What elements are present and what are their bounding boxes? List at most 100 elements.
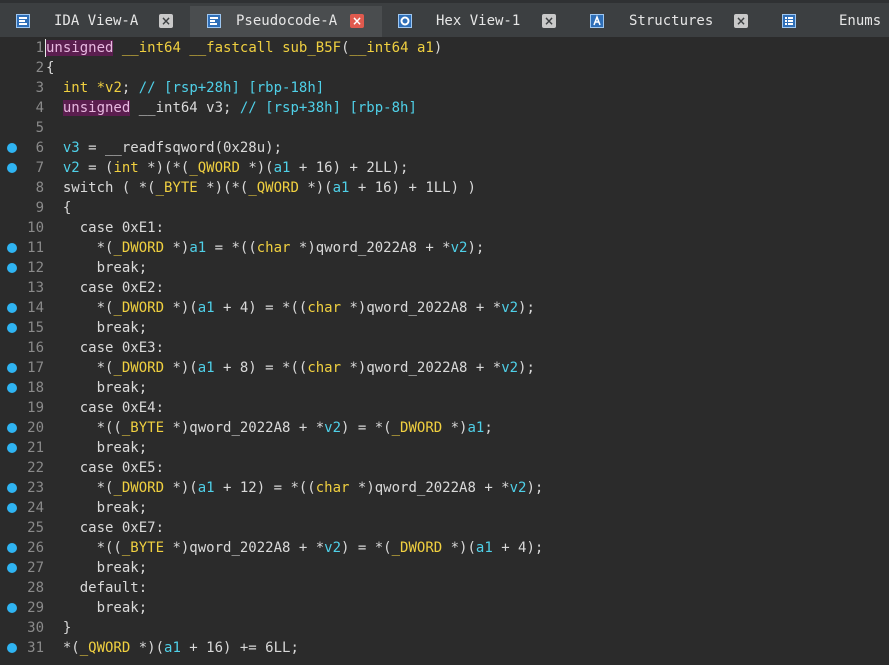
code-line[interactable]: 22 case 0xE5:	[0, 458, 889, 478]
breakpoint-icon[interactable]	[7, 243, 17, 253]
code-line[interactable]: 18 break;	[0, 378, 889, 398]
code-text[interactable]: unsigned __int64 v3; // [rsp+38h] [rbp-8…	[46, 98, 417, 118]
code-line[interactable]: 26 *((_BYTE *)qword_2022A8 + *v2) = *(_D…	[0, 538, 889, 558]
breakpoint-icon[interactable]	[7, 643, 17, 653]
code-text[interactable]: *(_DWORD *)(a1 + 8) = *((char *)qword_20…	[46, 358, 535, 378]
pseudocode-icon	[207, 14, 221, 28]
tab-structures[interactable]: Structures ×	[572, 6, 762, 37]
code-text[interactable]: case 0xE3:	[46, 338, 164, 358]
code-text[interactable]: v3 = __readfsqword(0x28u);	[46, 138, 282, 158]
code-line[interactable]: 23 *(_DWORD *)(a1 + 12) = *((char *)qwor…	[0, 478, 889, 498]
breakpoint-icon[interactable]	[7, 363, 17, 373]
code-text[interactable]: switch ( *(_BYTE *)(*(_QWORD *)(a1 + 16)…	[46, 178, 476, 198]
breakpoint-icon[interactable]	[7, 543, 17, 553]
code-text[interactable]: break;	[46, 558, 148, 578]
breakpoint-icon[interactable]	[7, 603, 17, 613]
code-line[interactable]: 25 case 0xE7:	[0, 518, 889, 538]
tab-ida-view-a[interactable]: IDA View-A ×	[0, 6, 190, 37]
pseudocode-editor[interactable]: 1 unsigned __int64 __fastcall sub_B5F(__i…	[0, 37, 889, 665]
code-text[interactable]: case 0xE7:	[46, 518, 164, 538]
code-text[interactable]: {	[46, 198, 71, 218]
code-line[interactable]: 12 break;	[0, 258, 889, 278]
breakpoint-icon[interactable]	[7, 323, 17, 333]
code-line[interactable]: 31 *(_QWORD *)(a1 + 16) += 6LL;	[0, 638, 889, 658]
code-line[interactable]: 19 case 0xE4:	[0, 398, 889, 418]
code-line[interactable]: 14 *(_DWORD *)(a1 + 4) = *((char *)qword…	[0, 298, 889, 318]
text-cursor	[45, 39, 46, 57]
code-text[interactable]: break;	[46, 598, 148, 618]
code-text[interactable]: break;	[46, 498, 148, 518]
breakpoint-icon[interactable]	[7, 423, 17, 433]
tab-hex-view-1[interactable]: Hex View-1 ×	[382, 6, 572, 37]
code-token: *)(	[298, 180, 333, 196]
breakpoint-icon[interactable]	[7, 383, 17, 393]
breakpoint-icon[interactable]	[7, 563, 17, 573]
close-icon[interactable]: ×	[734, 14, 748, 28]
code-token: _QWORD	[79, 640, 131, 656]
code-line[interactable]: 5	[0, 118, 889, 138]
code-token: *v2	[96, 80, 122, 96]
code-line[interactable]: 13 case 0xE2:	[0, 278, 889, 298]
code-line[interactable]: 27 break;	[0, 558, 889, 578]
code-text[interactable]: default:	[46, 578, 147, 598]
code-line[interactable]: 2{	[0, 58, 889, 78]
code-line[interactable]: 11 *(_DWORD *)a1 = *((char *)qword_2022A…	[0, 238, 889, 258]
code-text[interactable]: *((_BYTE *)qword_2022A8 + *v2) = *(_DWOR…	[46, 538, 544, 558]
code-line[interactable]: 4 unsigned __int64 v3; // [rsp+38h] [rbp…	[0, 98, 889, 118]
code-text[interactable]: case 0xE5:	[46, 458, 164, 478]
close-icon[interactable]: ×	[350, 14, 364, 28]
code-line[interactable]: 20 *((_BYTE *)qword_2022A8 + *v2) = *(_D…	[0, 418, 889, 438]
code-text[interactable]: *(_DWORD *)(a1 + 12) = *((char *)qword_2…	[46, 478, 544, 498]
code-text[interactable]: int *v2; // [rsp+28h] [rbp-18h]	[46, 78, 324, 98]
code-token: break;	[46, 440, 148, 456]
breakpoint-icon[interactable]	[7, 483, 17, 493]
code-line[interactable]: 1 unsigned __int64 __fastcall sub_B5F(__i…	[0, 38, 889, 58]
close-icon[interactable]: ×	[542, 14, 556, 28]
breakpoint-icon[interactable]	[7, 443, 17, 453]
code-text[interactable]: }	[46, 618, 71, 638]
code-text[interactable]: *(_DWORD *)(a1 + 4) = *((char *)qword_20…	[46, 298, 535, 318]
tab-enums[interactable]: Enums	[762, 6, 889, 37]
code-text[interactable]: break;	[46, 318, 148, 338]
code-line[interactable]: 7 v2 = (int *)(*(_QWORD *)(a1 + 16) + 2L…	[0, 158, 889, 178]
code-line[interactable]: 17 *(_DWORD *)(a1 + 8) = *((char *)qword…	[0, 358, 889, 378]
code-line[interactable]: 28 default:	[0, 578, 889, 598]
code-line[interactable]: 8 switch ( *(_BYTE *)(*(_QWORD *)(a1 + 1…	[0, 178, 889, 198]
code-text[interactable]: break;	[46, 258, 148, 278]
breakpoint-icon[interactable]	[7, 303, 17, 313]
close-icon[interactable]: ×	[159, 14, 173, 28]
code-text[interactable]: case 0xE1:	[46, 218, 164, 238]
code-line[interactable]: 29 break;	[0, 598, 889, 618]
code-line[interactable]: 9 {	[0, 198, 889, 218]
code-text[interactable]: break;	[46, 378, 148, 398]
tab-pseudocode-a[interactable]: Pseudocode-A ×	[190, 6, 382, 37]
breakpoint-icon[interactable]	[7, 163, 17, 173]
breakpoint-icon[interactable]	[7, 143, 17, 153]
code-token: + 4) = *((	[214, 300, 308, 316]
tab-label: Structures	[629, 13, 714, 29]
code-line[interactable]: 24 break;	[0, 498, 889, 518]
code-line[interactable]: 16 case 0xE3:	[0, 338, 889, 358]
code-line[interactable]: 6 v3 = __readfsqword(0x28u);	[0, 138, 889, 158]
code-line[interactable]: 21 break;	[0, 438, 889, 458]
code-text[interactable]: case 0xE4:	[46, 398, 164, 418]
line-number: 13	[27, 280, 44, 296]
code-line[interactable]: 10 case 0xE1:	[0, 218, 889, 238]
code-line[interactable]: 30 }	[0, 618, 889, 638]
code-token: default:	[46, 580, 148, 596]
code-text[interactable]: *(_DWORD *)a1 = *((char *)qword_2022A8 +…	[46, 238, 485, 258]
code-token: v3	[62, 140, 80, 156]
code-text[interactable]: *(_QWORD *)(a1 + 16) += 6LL;	[46, 638, 299, 658]
breakpoint-icon[interactable]	[7, 263, 17, 273]
breakpoint-icon[interactable]	[7, 503, 17, 513]
code-token: *)qword_2022A8 + *	[341, 300, 502, 316]
code-text[interactable]: break;	[46, 438, 148, 458]
code-text[interactable]: case 0xE2:	[46, 278, 164, 298]
code-text[interactable]: v2 = (int *)(*(_QWORD *)(a1 + 16) + 2LL)…	[46, 158, 409, 178]
code-line[interactable]: 3 int *v2; // [rsp+28h] [rbp-18h]	[0, 78, 889, 98]
code-text[interactable]: unsigned __int64 __fastcall sub_B5F(__in…	[46, 38, 442, 58]
code-text[interactable]: *((_BYTE *)qword_2022A8 + *v2) = *(_DWOR…	[46, 418, 493, 438]
code-text[interactable]: {	[46, 58, 54, 78]
code-line[interactable]: 15 break;	[0, 318, 889, 338]
